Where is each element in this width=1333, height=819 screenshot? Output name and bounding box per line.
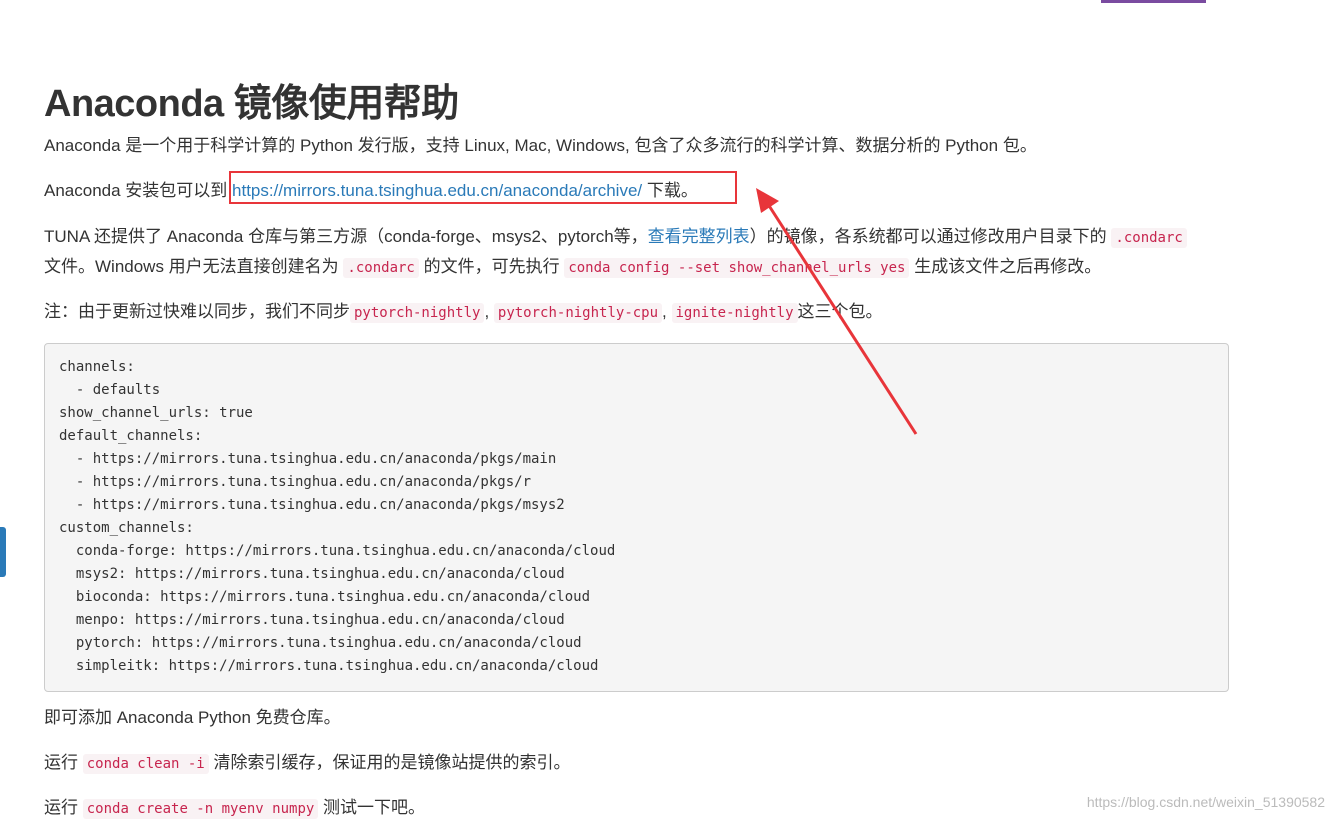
- code-line: custom_channels:: [59, 520, 194, 536]
- tuna-paragraph-line2: 文件。Windows 用户无法直接创建名为 .condarc 的文件，可先执行 …: [44, 252, 1101, 283]
- note-prefix: 注：由于更新过快难以同步，我们不同步: [44, 302, 350, 321]
- code-line: show_channel_urls: true: [59, 405, 253, 421]
- note-sep2: ,: [662, 302, 672, 321]
- code-line: msys2: https://mirrors.tuna.tsinghua.edu…: [59, 566, 565, 582]
- clean-suffix: 清除索引缓存，保证用的是镜像站提供的索引。: [208, 753, 571, 772]
- code-line: - defaults: [59, 382, 161, 398]
- nav-active-underline: [1101, 0, 1206, 3]
- code-line: menpo: https://mirrors.tuna.tsinghua.edu…: [59, 612, 565, 628]
- tuna-line2-suffix: 生成该文件之后再修改。: [909, 257, 1102, 276]
- condarc-code-block[interactable]: channels: - defaults show_channel_urls: t…: [44, 343, 1229, 692]
- inline-code-condarc-2: .condarc: [343, 258, 419, 278]
- tuna-paragraph-line1: TUNA 还提供了 Anaconda 仓库与第三方源（conda-forge、m…: [44, 222, 1187, 253]
- code-line: simpleitk: https://mirrors.tuna.tsinghua…: [59, 658, 599, 674]
- annotation-highlight-box: [229, 171, 737, 204]
- inline-code-ignite-nightly: ignite-nightly: [671, 303, 798, 323]
- inline-code-conda-create: conda create -n myenv numpy: [82, 799, 319, 819]
- create-paragraph: 运行 conda create -n myenv numpy 测试一下吧。: [44, 793, 425, 819]
- clean-paragraph: 运行 conda clean -i 清除索引缓存，保证用的是镜像站提供的索引。: [44, 748, 570, 779]
- code-line: - https://mirrors.tuna.tsinghua.edu.cn/a…: [59, 474, 532, 490]
- code-line: bioconda: https://mirrors.tuna.tsinghua.…: [59, 589, 591, 605]
- tuna-middle: ）的镜像，各系统都可以通过修改用户目录下的: [749, 227, 1112, 246]
- code-line: - https://mirrors.tuna.tsinghua.edu.cn/a…: [59, 497, 565, 513]
- tuna-prefix: TUNA 还提供了 Anaconda 仓库与第三方源（conda-forge、m…: [44, 227, 648, 246]
- tuna-line2-prefix: 文件。Windows 用户无法直接创建名为: [44, 257, 344, 276]
- page-title: Anaconda 镜像使用帮助: [44, 83, 459, 125]
- download-prefix: Anaconda 安装包可以到: [44, 181, 233, 200]
- create-suffix: 测试一下吧。: [318, 798, 426, 817]
- clean-prefix: 运行: [44, 753, 83, 772]
- side-feedback-tab[interactable]: [0, 527, 6, 577]
- tuna-line2-middle: 的文件，可先执行: [418, 257, 565, 276]
- full-list-link[interactable]: 查看完整列表: [648, 227, 750, 246]
- note-sep1: ,: [484, 302, 494, 321]
- inline-code-pytorch-nightly-cpu: pytorch-nightly-cpu: [493, 303, 663, 323]
- inline-code-pytorch-nightly: pytorch-nightly: [350, 303, 485, 323]
- code-line: conda-forge: https://mirrors.tuna.tsingh…: [59, 543, 616, 559]
- after-code-paragraph: 即可添加 Anaconda Python 免费仓库。: [44, 708, 341, 727]
- watermark-text: https://blog.csdn.net/weixin_51390582: [1086, 794, 1325, 810]
- inline-code-conda-config: conda config --set show_channel_urls yes: [564, 258, 910, 278]
- create-prefix: 运行: [44, 798, 83, 817]
- code-line: default_channels:: [59, 428, 203, 444]
- code-line: channels:: [59, 359, 135, 375]
- code-line: pytorch: https://mirrors.tuna.tsinghua.e…: [59, 635, 582, 651]
- inline-code-conda-clean: conda clean -i: [82, 754, 209, 774]
- inline-code-condarc: .condarc: [1111, 228, 1187, 248]
- note-paragraph: 注：由于更新过快难以同步，我们不同步 pytorch-nightly, pytor…: [44, 297, 883, 328]
- note-suffix: 这三个包。: [797, 302, 883, 321]
- intro-paragraph: Anaconda 是一个用于科学计算的 Python 发行版，支持 Linux,…: [44, 136, 1037, 155]
- code-line: - https://mirrors.tuna.tsinghua.edu.cn/a…: [59, 451, 557, 467]
